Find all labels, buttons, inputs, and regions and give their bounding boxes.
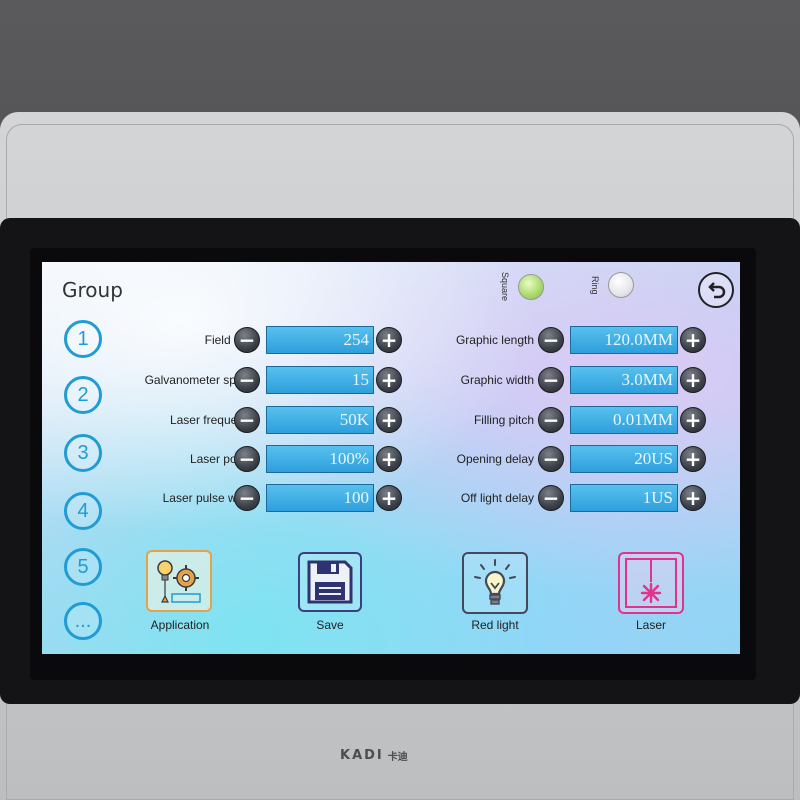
save-label: Save [316, 618, 344, 632]
laser-pulse-width-minus-button[interactable]: − [234, 485, 260, 511]
back-arrow-icon [708, 282, 726, 299]
application-button[interactable] [146, 550, 212, 612]
off-light-delay-label: Off light delay [460, 491, 534, 505]
laser-power-input[interactable]: 100% [266, 445, 374, 473]
galvanometer-speed-input[interactable]: 15 [266, 366, 374, 394]
device-brand-logo: KADI 卡迪 [340, 740, 460, 770]
field-lens-plus-button[interactable]: + [376, 327, 402, 353]
floppy-disk-icon [307, 560, 353, 604]
graphic-width-plus-button[interactable]: + [680, 367, 706, 393]
mode-square-label: Square [500, 272, 510, 302]
red-light-label: Red light [471, 618, 519, 632]
field-lens-minus-button[interactable]: − [234, 327, 260, 353]
laser-frequency-plus-button[interactable]: + [376, 407, 402, 433]
galvanometer-speed-minus-button[interactable]: − [234, 367, 260, 393]
group-button-more[interactable]: ... [64, 602, 102, 640]
graphic-length-minus-button[interactable]: − [538, 327, 564, 353]
brand-chinese-name: 卡迪 [387, 751, 408, 763]
laser-button[interactable] [618, 552, 684, 614]
graphic-width-label: Graphic width [460, 373, 534, 387]
laser-frequency-input[interactable]: 50K [266, 406, 374, 434]
laser-pulse-width-plus-button[interactable]: + [376, 485, 402, 511]
filling-pitch-label: Filling pitch [473, 413, 534, 427]
opening-delay-minus-button[interactable]: − [538, 446, 564, 472]
opening-delay-label: Opening delay [456, 452, 534, 466]
page-title: Group [62, 278, 123, 302]
off-light-delay-input[interactable]: 1US [570, 484, 678, 512]
light-bulb-icon [474, 559, 516, 605]
touch-screen: Group Square Ring 1 2 3 4 5 ... Field le… [42, 262, 740, 654]
ring-indicator-icon[interactable] [608, 272, 634, 298]
application-label: Application [150, 618, 210, 632]
opening-delay-input[interactable]: 20US [570, 445, 678, 473]
off-light-delay-minus-button[interactable]: − [538, 485, 564, 511]
laser-pulse-width-input[interactable]: 100 [266, 484, 374, 512]
field-lens-input[interactable]: 254 [266, 326, 374, 354]
filling-pitch-minus-button[interactable]: − [538, 407, 564, 433]
laser-label: Laser [635, 618, 667, 632]
mode-ring-label: Ring [590, 275, 600, 295]
application-icon [157, 560, 201, 603]
filling-pitch-input[interactable]: 0.01MM [570, 406, 678, 434]
brand-name: KADI [340, 747, 384, 763]
group-button-5[interactable]: 5 [64, 548, 102, 586]
opening-delay-plus-button[interactable]: + [680, 446, 706, 472]
graphic-length-input[interactable]: 120.0MM [570, 326, 678, 354]
off-light-delay-plus-button[interactable]: + [680, 485, 706, 511]
graphic-length-plus-button[interactable]: + [680, 327, 706, 353]
square-indicator-icon[interactable] [518, 273, 544, 300]
group-button-4[interactable]: 4 [64, 492, 102, 530]
laser-power-plus-button[interactable]: + [376, 446, 402, 472]
group-button-1[interactable]: 1 [64, 320, 102, 358]
group-button-2[interactable]: 2 [64, 376, 102, 414]
filling-pitch-plus-button[interactable]: + [680, 407, 706, 433]
group-button-3[interactable]: 3 [64, 434, 102, 472]
mode-ring[interactable]: Ring [590, 272, 634, 298]
galvanometer-speed-plus-button[interactable]: + [376, 367, 402, 393]
laser-icon [625, 558, 677, 608]
mode-square[interactable]: Square [500, 272, 544, 301]
graphic-length-label: Graphic length [455, 333, 534, 347]
graphic-width-minus-button[interactable]: − [538, 367, 564, 393]
graphic-width-input[interactable]: 3.0MM [570, 366, 678, 394]
red-light-button[interactable] [462, 552, 528, 614]
back-button[interactable] [698, 272, 734, 308]
laser-frequency-minus-button[interactable]: − [234, 407, 260, 433]
laser-power-minus-button[interactable]: − [234, 446, 260, 472]
save-button[interactable] [298, 552, 362, 612]
